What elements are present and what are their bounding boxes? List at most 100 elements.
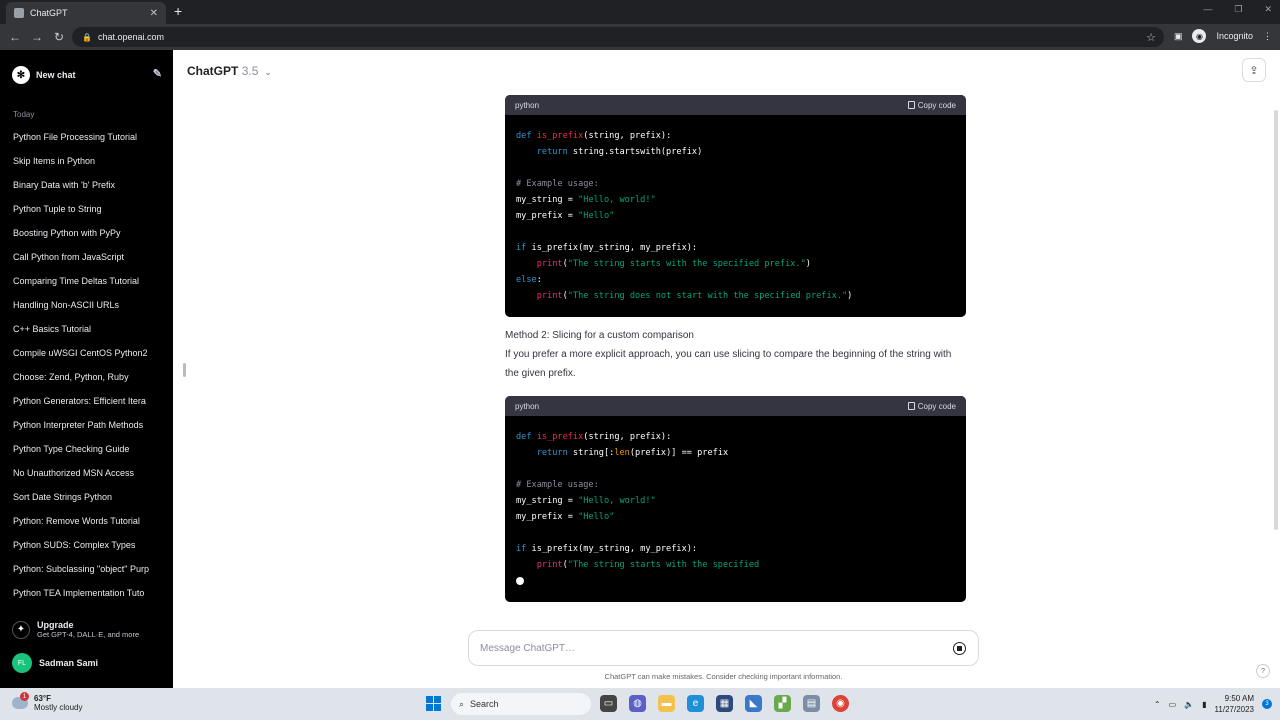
incognito-label: Incognito [1216, 31, 1253, 41]
teams-chat-icon[interactable]: ◍ [629, 695, 646, 712]
model-version: 3.5 [241, 64, 259, 78]
task-view-icon[interactable]: ▭ [600, 695, 617, 712]
message-input[interactable]: Message ChatGPT… [468, 630, 979, 666]
share-icon: ⇪ [1249, 64, 1259, 77]
edge-icon[interactable]: e [687, 695, 704, 712]
side-panel-icon[interactable]: ▣ [1174, 31, 1183, 42]
upgrade-button[interactable]: ✦ Upgrade Get GPT-4, DALL·E, and more [12, 620, 162, 639]
code-content: def is_prefix(string, prefix): return st… [505, 115, 966, 317]
chat-history-item[interactable]: Python SUDS: Complex Types [13, 537, 155, 561]
chevron-up-icon[interactable]: ⌃ [1154, 700, 1161, 709]
stop-generating-button[interactable] [953, 642, 966, 655]
chat-history-item[interactable]: Skip Items in Python [13, 153, 155, 177]
code-language: python [515, 100, 540, 110]
chat-history-item[interactable]: Python: Remove Words Tutorial [13, 513, 155, 537]
close-window-icon[interactable]: ✕ [1264, 4, 1272, 15]
copy-code-button[interactable]: Copy code [907, 402, 956, 411]
restore-icon[interactable]: ❐ [1234, 4, 1242, 15]
address-bar[interactable]: 🔒 chat.openai.com ☆ [72, 27, 1164, 47]
new-chat-button[interactable]: ✻ New chat ✎ [12, 64, 162, 86]
chat-history-item[interactable]: C++ Basics Tutorial [13, 321, 155, 345]
minimize-icon[interactable]: — [1203, 4, 1212, 15]
copy-code-button[interactable]: Copy code [907, 100, 956, 110]
share-button[interactable]: ⇪ [1242, 58, 1266, 82]
chatgpt-favicon-icon [14, 8, 24, 18]
back-icon[interactable]: ← [4, 30, 26, 44]
browser-menu-icon[interactable]: ⋮ [1263, 31, 1272, 42]
edit-icon[interactable]: ✎ [153, 67, 162, 80]
help-button[interactable]: ? [1256, 664, 1270, 678]
code-block: python Copy code def is_prefix(string, p… [505, 95, 966, 317]
chat-history-item[interactable]: Boosting Python with PyPy [13, 225, 155, 249]
chat-history-item[interactable]: Sort Date Strings Python [13, 489, 155, 513]
upgrade-subtitle: Get GPT-4, DALL·E, and more [37, 630, 140, 639]
code-line: # Example usage: [516, 179, 599, 189]
model-selector[interactable]: ChatGPT 3.5 ⌄ [187, 64, 271, 78]
clock-date: 11/27/2023 [1214, 705, 1254, 714]
chat-history-item[interactable]: Call Python from JavaScript [13, 249, 155, 273]
code-line: my_prefix = "Hello" [516, 211, 615, 221]
chrome-icon[interactable]: ◉ [832, 695, 849, 712]
weather-widget[interactable]: 1 63°F Mostly cloudy [12, 692, 82, 712]
monitor-icon[interactable]: ▭ [1169, 700, 1177, 709]
chat-history-item[interactable]: Python Interpreter Path Methods [13, 417, 155, 441]
chat-history-item[interactable]: Python File Processing Tutorial [13, 129, 155, 153]
notification-badge[interactable]: 3 [1262, 699, 1272, 709]
code-line: print("The string starts with the specif… [536, 560, 760, 570]
store-icon[interactable]: ▦ [716, 695, 733, 712]
file-explorer-icon[interactable]: ▬ [658, 695, 675, 712]
chat-history-item[interactable]: Handling Non-ASCII URLs [13, 297, 155, 321]
copy-code-label: Copy code [917, 100, 956, 110]
chat-history-item[interactable]: No Unauthorized MSN Access [13, 465, 155, 489]
scrollbar[interactable] [1274, 110, 1278, 530]
new-chat-label: New chat [36, 70, 76, 80]
code-content: def is_prefix(string, prefix): return st… [505, 416, 966, 602]
new-tab-button[interactable]: + [174, 3, 182, 19]
clipboard-icon [907, 402, 915, 410]
battery-icon[interactable]: ▮ [1202, 700, 1206, 709]
system-tray: ⌃ ▭ 🔈 ▮ 9:50 AM 11/27/2023 3 [1154, 693, 1272, 715]
user-menu[interactable]: FL Sadman Sami [12, 653, 98, 673]
bookmark-star-icon[interactable]: ☆ [1146, 31, 1156, 44]
browser-tab[interactable]: ChatGPT ✕ [6, 2, 166, 24]
chat-history-item[interactable]: Binary Data with 'b' Prefix [13, 177, 155, 201]
code-line: if is_prefix(my_string, my_prefix): [516, 544, 698, 554]
chat-history-item[interactable]: Choose: Zend, Python, Ruby [13, 369, 155, 393]
chat-history-item[interactable]: Python Type Checking Guide [13, 441, 155, 465]
photos-icon[interactable]: ▤ [803, 695, 820, 712]
chat-history-item[interactable]: Python TEA Implementation Tuto [13, 585, 155, 609]
chat-history-item[interactable]: Compile uWSGI CentOS Python2 [13, 345, 155, 369]
sidebar-toggle-handle[interactable] [183, 363, 186, 377]
chat-history-item[interactable]: Python: Subclassing "object" Purp [13, 561, 155, 585]
site-info-icon[interactable]: 🔒 [82, 33, 92, 42]
chat-history-item[interactable]: Comparing Time Deltas Tutorial [13, 273, 155, 297]
taskbar-apps: ▭ ◍ ▬ e ▦ ◣ ▞ ▤ ◉ [600, 695, 849, 712]
sidebar: ✻ New chat ✎ Today Python File Processin… [0, 50, 173, 688]
openai-logo-icon: ✻ [12, 66, 30, 84]
history-section-label: Today [13, 110, 35, 119]
chat-history-list: Python File Processing Tutorial Skip Ite… [13, 129, 155, 609]
clock[interactable]: 9:50 AM 11/27/2023 [1215, 693, 1254, 715]
code-header: python Copy code [505, 95, 966, 115]
app-icon[interactable]: ▞ [774, 695, 791, 712]
cloud-icon: 1 [12, 692, 29, 709]
forward-icon[interactable]: → [26, 30, 48, 44]
incognito-icon[interactable]: ◉ [1192, 29, 1207, 43]
chat-history-item[interactable]: Python Generators: Efficient Itera [13, 393, 155, 417]
code-line: my_string = "Hello, world!" [516, 496, 656, 506]
vscode-icon[interactable]: ◣ [745, 695, 762, 712]
code-language: python [515, 401, 540, 411]
taskbar-search[interactable]: ⌕ Search [451, 693, 591, 715]
reload-icon[interactable]: ↻ [48, 30, 70, 44]
windows-start-icon[interactable] [426, 696, 441, 711]
chat-history-item[interactable]: Python Tuple to String [13, 201, 155, 225]
close-tab-icon[interactable]: ✕ [150, 8, 158, 19]
window-controls: — ❐ ✕ [1203, 4, 1272, 15]
browser-right-controls: ▣ ◉ Incognito ⋮ [1174, 29, 1272, 43]
volume-icon[interactable]: 🔈 [1184, 700, 1194, 709]
code-line: def is_prefix(string, prefix): [516, 432, 672, 442]
code-line: def is_prefix(string, prefix): [516, 131, 672, 141]
code-line: print("The string does not start with th… [536, 291, 853, 301]
